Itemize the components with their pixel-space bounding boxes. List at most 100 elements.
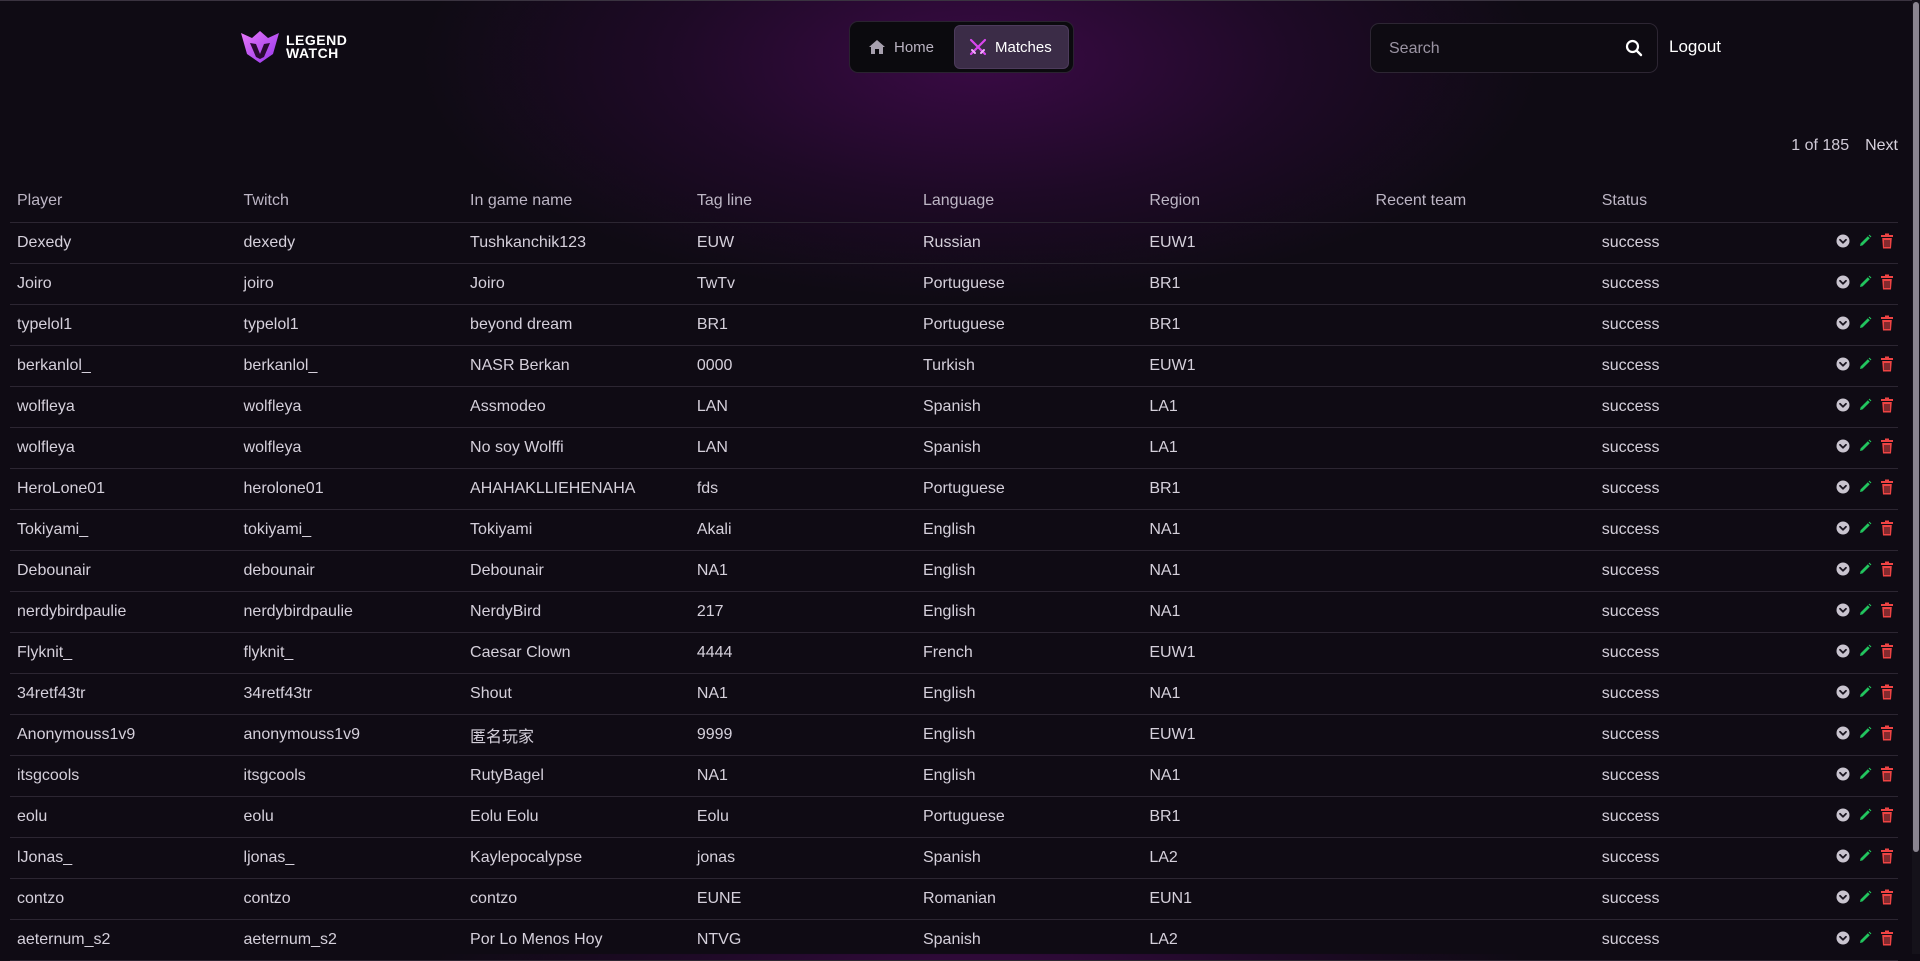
table-row[interactable]: Anonymouss1v9 anonymouss1v9 匿名玩家 9999 Englis… [10, 714, 1898, 756]
cell-region: EUN1 [1142, 878, 1369, 920]
table-row[interactable]: contzo contzo contzo EUNE Romanian EUN1 succes… [10, 878, 1898, 920]
table-row[interactable]: lJonas_ ljonas_ Kaylepocalypse jonas Spanish… [10, 837, 1898, 879]
expand-chevron-icon[interactable] [1836, 275, 1850, 294]
table-row[interactable]: 34retf43tr 34retf43tr Shout NA1 English NA1 su… [10, 673, 1898, 715]
table-row[interactable]: nerdybirdpaulie nerdybirdpaulie NerdyBird 2… [10, 591, 1898, 633]
logout-link[interactable]: Logout [1669, 37, 1721, 57]
expand-chevron-icon[interactable] [1836, 603, 1850, 622]
edit-pencil-icon[interactable] [1858, 685, 1872, 704]
delete-trash-icon[interactable] [1880, 479, 1894, 500]
edit-pencil-icon[interactable] [1858, 562, 1872, 581]
cell-language: English [915, 509, 1143, 551]
cell-player: HeroLone01 [10, 468, 237, 510]
expand-chevron-icon[interactable] [1836, 521, 1850, 540]
expand-chevron-icon[interactable] [1836, 767, 1850, 786]
delete-trash-icon[interactable] [1880, 602, 1894, 623]
edit-pencil-icon[interactable] [1858, 603, 1872, 622]
page-scrollbar[interactable] [1912, 0, 1920, 954]
table-row[interactable]: Joiro joiro Joiro TwTv Portuguese BR1 success [10, 263, 1898, 305]
delete-trash-icon[interactable] [1880, 315, 1894, 336]
column-header-recent-team[interactable]: Recent team [1368, 180, 1595, 223]
table-row[interactable]: Debounair debounair Debounair NA1 English NA1… [10, 550, 1898, 592]
delete-trash-icon[interactable] [1880, 725, 1894, 746]
expand-chevron-icon[interactable] [1836, 480, 1850, 499]
edit-pencil-icon[interactable] [1858, 234, 1872, 253]
edit-pencil-icon[interactable] [1858, 480, 1872, 499]
column-header-language[interactable]: Language [915, 180, 1143, 223]
edit-pencil-icon[interactable] [1858, 398, 1872, 417]
home-icon [869, 40, 885, 54]
table-row[interactable]: itsgcools itsgcools RutyBagel NA1 English NA1… [10, 755, 1898, 797]
table-row[interactable]: aeternum_s2 aeternum_s2 Por Lo Menos Hoy NT… [10, 919, 1898, 961]
edit-pencil-icon[interactable] [1858, 767, 1872, 786]
delete-trash-icon[interactable] [1880, 643, 1894, 664]
table-row[interactable]: berkanlol_ berkanlol_ NASR Berkan 0000 Turki… [10, 345, 1898, 387]
expand-chevron-icon[interactable] [1836, 931, 1850, 950]
delete-trash-icon[interactable] [1880, 930, 1894, 951]
row-actions [1821, 632, 1898, 674]
cell-in-game-name: Caesar Clown [463, 632, 690, 674]
column-header-player[interactable]: Player [10, 180, 237, 223]
cell-status: success [1594, 714, 1821, 756]
delete-trash-icon[interactable] [1880, 848, 1894, 869]
expand-chevron-icon[interactable] [1836, 234, 1850, 253]
column-header-region[interactable]: Region [1142, 180, 1369, 223]
cell-in-game-name: Tokiyami [463, 509, 690, 551]
search-input[interactable] [1387, 24, 1611, 74]
expand-chevron-icon[interactable] [1836, 439, 1850, 458]
table-row[interactable]: wolfleya wolfleya No soy Wolffi LAN Spanish L… [10, 427, 1898, 469]
expand-chevron-icon[interactable] [1836, 849, 1850, 868]
edit-pencil-icon[interactable] [1858, 931, 1872, 950]
edit-pencil-icon[interactable] [1858, 726, 1872, 745]
expand-chevron-icon[interactable] [1836, 357, 1850, 376]
expand-chevron-icon[interactable] [1836, 726, 1850, 745]
delete-trash-icon[interactable] [1880, 520, 1894, 541]
edit-pencil-icon[interactable] [1858, 849, 1872, 868]
delete-trash-icon[interactable] [1880, 684, 1894, 705]
edit-pencil-icon[interactable] [1858, 808, 1872, 827]
edit-pencil-icon[interactable] [1858, 644, 1872, 663]
brand-logo[interactable]: LEGEND WATCH [240, 30, 347, 64]
expand-chevron-icon[interactable] [1836, 398, 1850, 417]
delete-trash-icon[interactable] [1880, 274, 1894, 295]
delete-trash-icon[interactable] [1880, 766, 1894, 787]
row-actions [1821, 427, 1898, 469]
delete-trash-icon[interactable] [1880, 438, 1894, 459]
table-row[interactable]: eolu eolu Eolu Eolu Eolu Portuguese BR1 succes… [10, 796, 1898, 838]
column-header-status[interactable]: Status [1594, 180, 1821, 223]
cell-twitch: nerdybirdpaulie [236, 591, 464, 633]
table-row[interactable]: Dexedy dexedy Tushkanchik123 EUW Russian EUW1… [10, 222, 1898, 264]
table-row[interactable]: typelol1 typelol1 beyond dream BR1 Portugues… [10, 304, 1898, 346]
edit-pencil-icon[interactable] [1858, 357, 1872, 376]
scrollbar-thumb[interactable] [1913, 2, 1919, 852]
edit-pencil-icon[interactable] [1858, 275, 1872, 294]
table-row[interactable]: HeroLone01 herolone01 AHAHAKLLIEHENAHA fds P… [10, 468, 1898, 510]
expand-chevron-icon[interactable] [1836, 316, 1850, 335]
expand-chevron-icon[interactable] [1836, 644, 1850, 663]
delete-trash-icon[interactable] [1880, 807, 1894, 828]
delete-trash-icon[interactable] [1880, 233, 1894, 254]
delete-trash-icon[interactable] [1880, 561, 1894, 582]
expand-chevron-icon[interactable] [1836, 890, 1850, 909]
nav-matches-button[interactable]: Matches [954, 25, 1069, 69]
edit-pencil-icon[interactable] [1858, 316, 1872, 335]
delete-trash-icon[interactable] [1880, 397, 1894, 418]
table-row[interactable]: wolfleya wolfleya Assmodeo LAN Spanish LA1 suc… [10, 386, 1898, 428]
delete-trash-icon[interactable] [1880, 356, 1894, 377]
cell-twitch: typelol1 [236, 304, 464, 346]
edit-pencil-icon[interactable] [1858, 521, 1872, 540]
expand-chevron-icon[interactable] [1836, 685, 1850, 704]
delete-trash-icon[interactable] [1880, 889, 1894, 910]
column-header-tag-line[interactable]: Tag line [689, 180, 916, 223]
edit-pencil-icon[interactable] [1858, 439, 1872, 458]
expand-chevron-icon[interactable] [1836, 562, 1850, 581]
table-row[interactable]: Tokiyami_ tokiyami_ Tokiyami Akali English NA… [10, 509, 1898, 551]
edit-pencil-icon[interactable] [1858, 890, 1872, 909]
search-icon[interactable] [1625, 39, 1643, 57]
next-page-button[interactable]: Next [1865, 137, 1898, 155]
column-header-twitch[interactable]: Twitch [236, 180, 464, 223]
nav-home-button[interactable]: Home [854, 26, 950, 68]
table-row[interactable]: Flyknit_ flyknit_ Caesar Clown 4444 French EU… [10, 632, 1898, 674]
expand-chevron-icon[interactable] [1836, 808, 1850, 827]
column-header-in-game-name[interactable]: In game name [463, 180, 690, 223]
